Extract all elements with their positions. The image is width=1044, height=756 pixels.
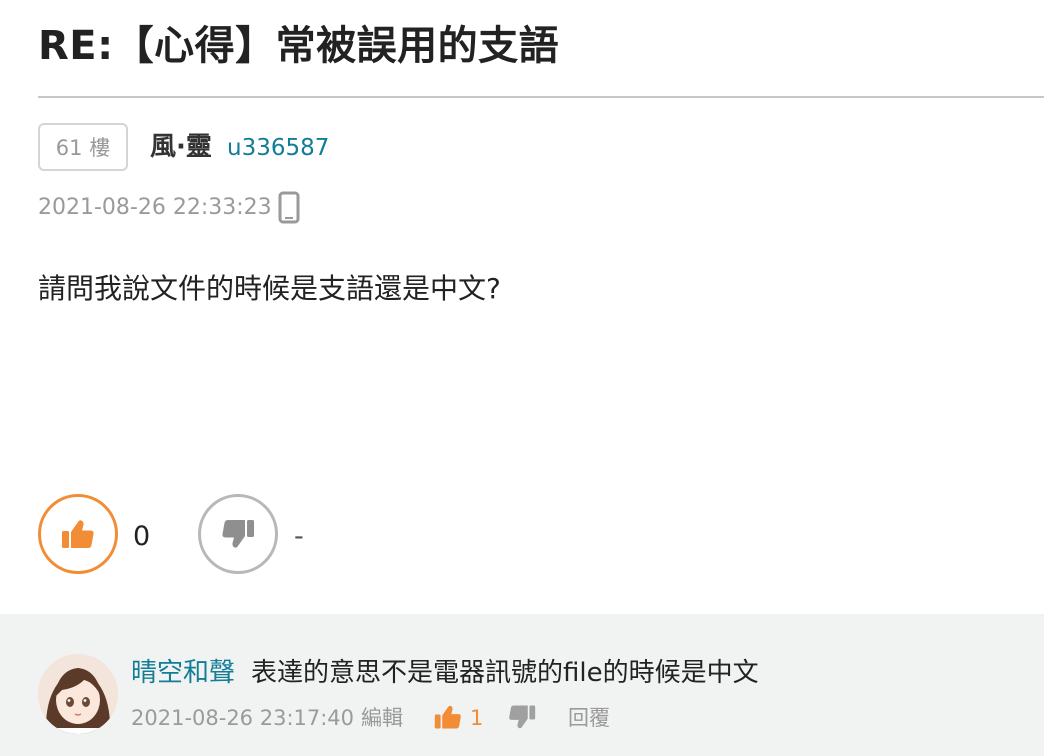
reply-author-name[interactable]: 晴空和聲 — [131, 656, 235, 690]
reply-reply-link[interactable]: 回覆 — [568, 704, 610, 732]
reply-edit-link[interactable]: 編輯 — [361, 704, 403, 732]
reply-avatar[interactable] — [38, 654, 118, 734]
author-user-id[interactable]: u336587 — [227, 132, 329, 164]
reply-text: 表達的意思不是電器訊號的file的時候是中文 — [251, 658, 759, 688]
reply-thumbs-down-icon[interactable] — [508, 703, 536, 731]
post-body: 請問我說文件的時候是支語還是中文? — [38, 272, 501, 305]
reply-timestamp: 2021-08-26 23:17:40 — [131, 706, 355, 730]
thumbs-up-icon — [62, 520, 94, 548]
gp-count: 0 — [133, 521, 151, 552]
bp-count: - — [294, 521, 304, 552]
reply-gp-count: 1 — [470, 706, 484, 730]
mobile-phone-icon — [278, 191, 300, 224]
gp-button[interactable] — [38, 494, 118, 574]
title-divider — [38, 96, 1044, 98]
reply-thumbs-up-icon[interactable] — [434, 703, 462, 731]
avatar-illustration-icon — [38, 654, 118, 734]
thumbs-down-icon — [222, 520, 254, 548]
floor-badge[interactable]: 61 樓 — [38, 123, 128, 171]
post-timestamp: 2021-08-26 22:33:23 — [38, 195, 272, 220]
bp-button[interactable] — [198, 494, 278, 574]
author-name[interactable]: 風·靈 — [150, 130, 212, 164]
post-title: RE:【心得】常被誤用的支語 — [38, 23, 560, 69]
